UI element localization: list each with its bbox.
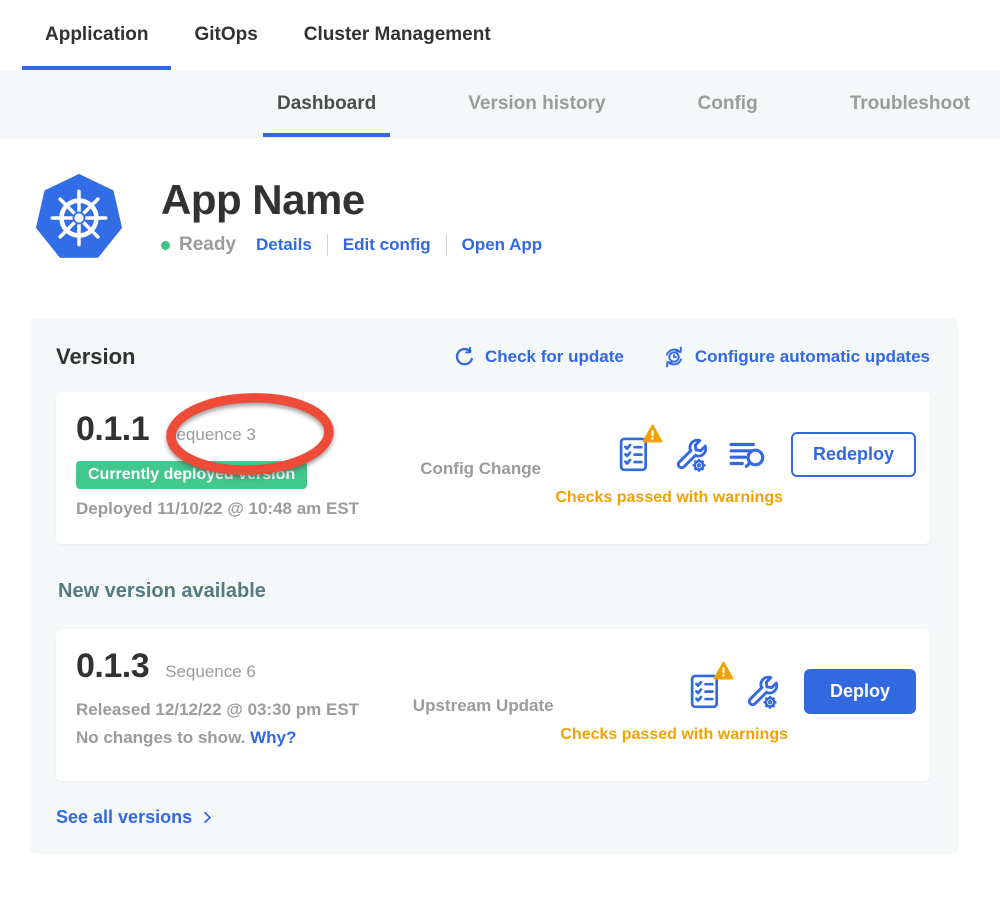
tab-troubleshoot[interactable]: Troubleshoot bbox=[836, 70, 984, 137]
see-all-versions-link[interactable]: See all versions bbox=[56, 807, 930, 828]
released-timestamp: Released 12/12/22 @ 03:30 pm EST bbox=[76, 700, 406, 720]
details-link[interactable]: Details bbox=[256, 235, 312, 255]
app-sub-nav: Dashboard Version history Config Trouble… bbox=[0, 70, 1000, 138]
version-card-title: Version bbox=[56, 344, 135, 370]
configure-automatic-updates-label: Configure automatic updates bbox=[695, 347, 930, 367]
tab-application[interactable]: Application bbox=[22, 0, 171, 70]
currently-deployed-badge: Currently deployed version bbox=[76, 461, 307, 489]
kubernetes-logo-icon bbox=[33, 172, 125, 264]
config-values-icon[interactable] bbox=[739, 671, 781, 711]
tab-gitops[interactable]: GitOps bbox=[171, 0, 280, 70]
check-for-update-button[interactable]: Check for update bbox=[453, 345, 624, 369]
configure-automatic-updates-button[interactable]: Configure automatic updates bbox=[662, 345, 930, 369]
new-checks-status: Checks passed with warnings bbox=[560, 726, 788, 744]
current-version-sequence: Sequence 3 bbox=[165, 425, 256, 445]
new-version-sequence: Sequence 6 bbox=[165, 662, 256, 682]
version-card: Version Check for update bbox=[30, 318, 958, 854]
tab-config[interactable]: Config bbox=[684, 70, 772, 137]
check-for-update-label: Check for update bbox=[485, 347, 624, 367]
new-version-source: Upstream Update bbox=[406, 647, 560, 765]
why-link[interactable]: Why? bbox=[250, 728, 296, 747]
current-checks-status: Checks passed with warnings bbox=[555, 489, 783, 507]
warning-triangle-icon bbox=[642, 424, 663, 443]
divider bbox=[327, 234, 328, 256]
top-nav: Application GitOps Cluster Management bbox=[0, 0, 1000, 70]
warning-triangle-icon bbox=[713, 661, 734, 680]
current-version-source: Config Change bbox=[406, 410, 555, 528]
open-app-link[interactable]: Open App bbox=[462, 235, 543, 255]
chevron-right-icon bbox=[200, 809, 215, 826]
refresh-icon bbox=[453, 346, 476, 369]
current-version-row: 0.1.1 Sequence 3 Currently deployed vers… bbox=[56, 392, 930, 544]
status-dot bbox=[161, 241, 170, 250]
changes-note: No changes to show. bbox=[76, 728, 245, 747]
preflight-checks-icon[interactable] bbox=[614, 434, 652, 474]
app-title: App Name bbox=[161, 178, 542, 222]
new-version-heading: New version available bbox=[58, 580, 930, 603]
tab-cluster-management[interactable]: Cluster Management bbox=[281, 0, 514, 70]
current-version-number: 0.1.1 bbox=[76, 410, 149, 449]
tab-dashboard[interactable]: Dashboard bbox=[263, 70, 390, 137]
new-version-row: 0.1.3 Sequence 6 Released 12/12/22 @ 03:… bbox=[56, 629, 930, 781]
deployed-timestamp: Deployed 11/10/22 @ 10:48 am EST bbox=[76, 499, 406, 519]
redeploy-button[interactable]: Redeploy bbox=[791, 432, 916, 477]
config-values-icon[interactable] bbox=[668, 434, 710, 474]
update-schedule-icon bbox=[662, 345, 686, 369]
see-all-versions-label: See all versions bbox=[56, 807, 192, 828]
view-files-icon[interactable] bbox=[726, 435, 768, 473]
status-text: Ready bbox=[179, 234, 236, 256]
divider bbox=[446, 234, 447, 256]
app-header: App Name Ready Details Edit config Open … bbox=[33, 172, 1000, 264]
preflight-checks-icon[interactable] bbox=[685, 671, 723, 711]
deploy-button[interactable]: Deploy bbox=[804, 669, 916, 714]
edit-config-link[interactable]: Edit config bbox=[343, 235, 431, 255]
new-version-number: 0.1.3 bbox=[76, 647, 149, 686]
tab-version-history[interactable]: Version history bbox=[454, 70, 619, 137]
